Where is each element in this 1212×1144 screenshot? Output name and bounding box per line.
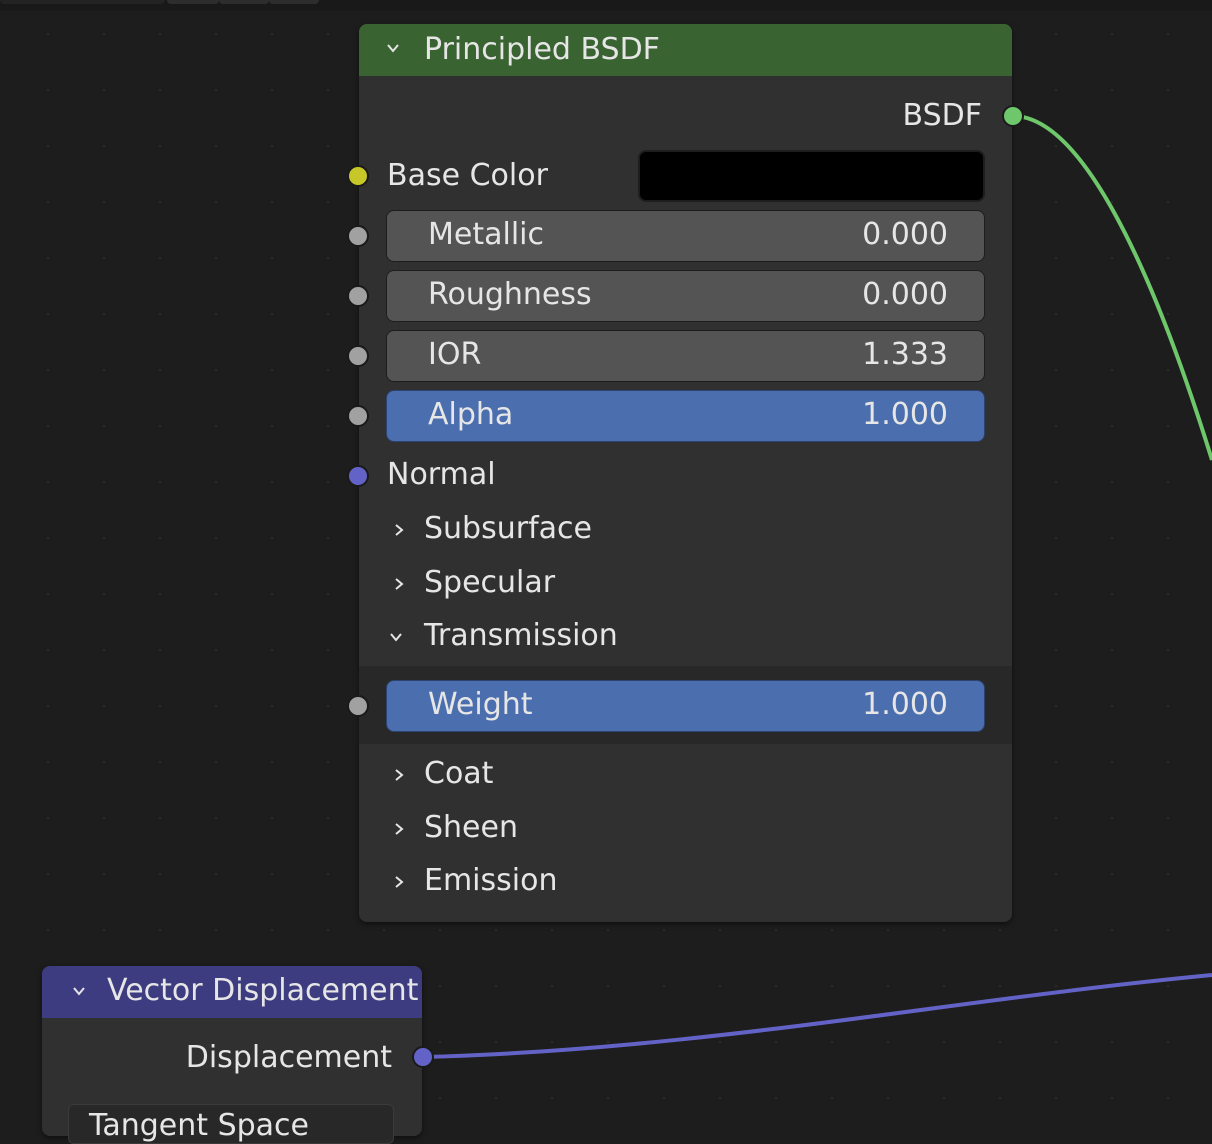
output-label-bsdf: BSDF — [902, 98, 982, 133]
socket-bsdf-output[interactable] — [1002, 105, 1024, 127]
panel-transmission[interactable]: Transmission — [424, 619, 618, 653]
socket-transmission-weight[interactable] — [347, 695, 369, 717]
output-label-displacement: Displacement — [185, 1040, 392, 1075]
transmission-weight-field[interactable]: Weight 1.000 — [386, 680, 985, 732]
socket-ior[interactable] — [347, 345, 369, 367]
chevron-down-icon[interactable] — [387, 42, 399, 54]
socket-roughness[interactable] — [347, 285, 369, 307]
alpha-field[interactable]: Alpha 1.000 — [386, 390, 985, 442]
field-label: Roughness — [428, 277, 592, 312]
metallic-field[interactable]: Metallic 0.000 — [386, 210, 985, 262]
panel-emission[interactable]: Emission — [424, 864, 557, 898]
socket-metallic[interactable] — [347, 225, 369, 247]
node-header[interactable]: Vector Displacement — [42, 966, 422, 1018]
displacement-output-link[interactable] — [422, 973, 1212, 1059]
panel-sheen[interactable]: Sheen — [424, 811, 518, 845]
field-label: IOR — [428, 337, 482, 372]
socket-displacement-output[interactable] — [412, 1046, 434, 1068]
panel-subsurface[interactable]: Subsurface — [424, 512, 592, 546]
chevron-right-icon[interactable] — [393, 823, 405, 835]
panel-coat[interactable]: Coat — [424, 757, 493, 791]
socket-alpha[interactable] — [347, 405, 369, 427]
field-label: Alpha — [428, 397, 514, 432]
field-label: Metallic — [428, 217, 544, 252]
top-strip-segment — [0, 0, 165, 4]
vector-displacement-node[interactable]: Vector Displacement Displacement Tangent… — [42, 966, 422, 1144]
normal-label: Normal — [387, 457, 496, 492]
bsdf-output-link[interactable] — [1012, 114, 1212, 461]
ior-field[interactable]: IOR 1.333 — [386, 330, 985, 382]
top-strip-segment — [167, 0, 219, 4]
top-strip-segment — [269, 0, 319, 4]
node-header[interactable]: Principled BSDF — [359, 24, 1012, 76]
chevron-right-icon[interactable] — [393, 578, 405, 590]
field-value: 0.000 — [862, 217, 948, 252]
socket-base-color[interactable] — [347, 165, 369, 187]
base-color-label: Base Color — [387, 158, 548, 193]
panel-specular[interactable]: Specular — [424, 566, 555, 600]
space-dropdown[interactable]: Tangent Space — [68, 1104, 394, 1144]
socket-normal[interactable] — [347, 465, 369, 487]
base-color-swatch[interactable] — [638, 150, 985, 202]
principled-bsdf-node[interactable]: Principled BSDF BSDF Base Color Metallic… — [359, 24, 1012, 922]
chevron-right-icon[interactable] — [393, 524, 405, 536]
roughness-field[interactable]: Roughness 0.000 — [386, 270, 985, 322]
field-label: Weight — [428, 687, 533, 722]
chevron-right-icon[interactable] — [393, 769, 405, 781]
top-strip-segment — [219, 0, 269, 4]
chevron-down-icon[interactable] — [73, 985, 85, 997]
node-title: Principled BSDF — [424, 32, 660, 67]
chevron-right-icon[interactable] — [393, 876, 405, 888]
field-value: 0.000 — [862, 277, 948, 312]
field-value: 1.000 — [862, 397, 948, 432]
editor-top-strip — [0, 0, 1212, 11]
chevron-down-icon[interactable] — [390, 631, 402, 643]
field-value: 1.000 — [862, 687, 948, 722]
node-title: Vector Displacement — [107, 973, 419, 1008]
space-dropdown-value: Tangent Space — [89, 1108, 309, 1143]
field-value: 1.333 — [862, 337, 948, 372]
